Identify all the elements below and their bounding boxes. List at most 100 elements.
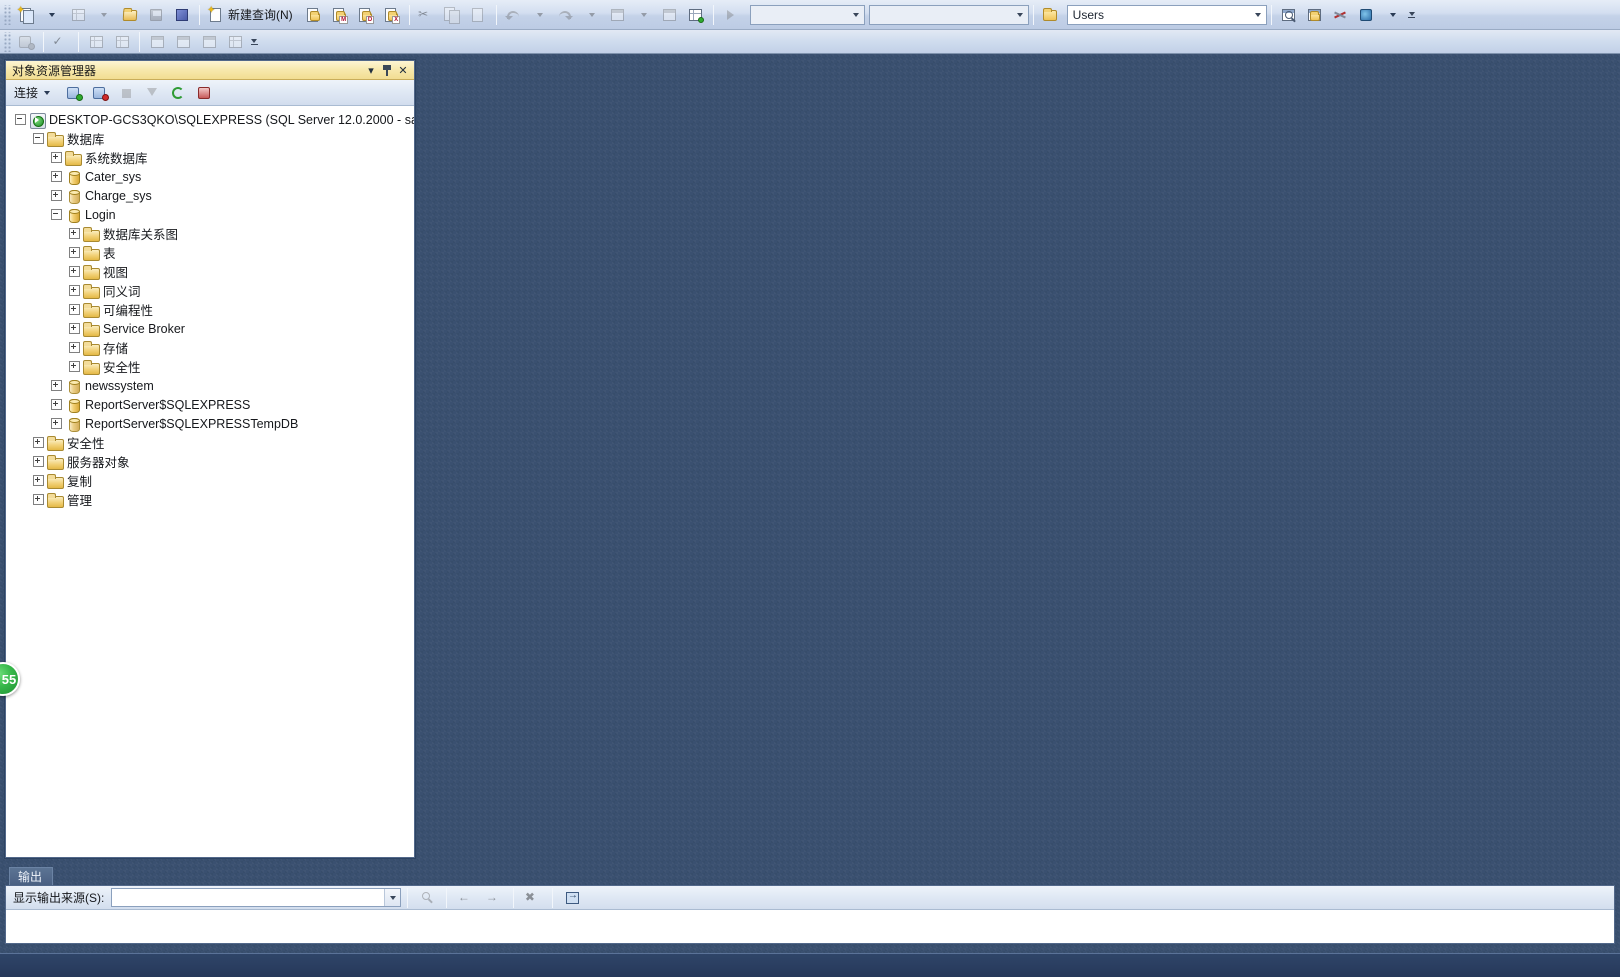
chevron-down-icon[interactable] — [1013, 6, 1028, 24]
output-text-area[interactable] — [6, 910, 1614, 943]
expand-toggle-icon[interactable] — [50, 189, 63, 202]
connect-dropdown-button[interactable]: 连接 — [11, 81, 60, 105]
object-explorer-button[interactable] — [1303, 3, 1327, 27]
open-file-button[interactable] — [118, 3, 142, 27]
tree-node[interactable]: 表 — [6, 243, 414, 262]
disconnect-button[interactable] — [88, 81, 112, 105]
tree-node[interactable]: ReportServer$SQLEXPRESS — [6, 395, 414, 414]
go-to-previous-button[interactable]: ← — [454, 886, 478, 910]
report-button[interactable] — [192, 81, 216, 105]
results-file-button[interactable] — [171, 30, 195, 54]
users-combo[interactable]: Users — [1066, 4, 1267, 25]
new-project-dropdown[interactable] — [40, 4, 64, 26]
include-actual-plan-button[interactable] — [223, 30, 247, 54]
tab-output[interactable]: 输出 — [9, 867, 54, 885]
navigate-backward-button[interactable] — [606, 3, 630, 27]
tree-node[interactable]: 复制 — [6, 471, 414, 490]
expand-toggle-icon[interactable] — [50, 170, 63, 183]
chevron-down-icon[interactable] — [1251, 6, 1266, 24]
new-item-button[interactable] — [66, 3, 90, 27]
filter-button[interactable] — [140, 81, 164, 105]
expand-toggle-icon[interactable] — [68, 246, 81, 259]
chevron-down-icon[interactable] — [849, 6, 864, 24]
toolbar-grip[interactable] — [3, 31, 11, 52]
new-analysis-services-dmx-query-button[interactable]: D — [354, 3, 378, 27]
tree-node[interactable]: Charge_sys — [6, 186, 414, 205]
query-plan-button[interactable] — [84, 30, 108, 54]
tree-node[interactable]: 可编程性 — [6, 300, 414, 319]
undo-dropdown[interactable] — [528, 4, 552, 26]
collapse-toggle-icon[interactable] — [14, 113, 27, 126]
tree-node[interactable]: 同义词 — [6, 281, 414, 300]
new-analysis-services-mdx-query-button[interactable]: M — [328, 3, 352, 27]
expand-toggle-icon[interactable] — [50, 379, 63, 392]
expand-toggle-icon[interactable] — [50, 417, 63, 430]
toolbar-overflow-button[interactable] — [248, 31, 260, 53]
expand-toggle-icon[interactable] — [68, 341, 81, 354]
expand-toggle-icon[interactable] — [68, 265, 81, 278]
navigate-forward-button[interactable] — [658, 3, 682, 27]
tree-node[interactable]: ReportServer$SQLEXPRESSTempDB — [6, 414, 414, 433]
output-source-combo[interactable] — [111, 888, 402, 907]
new-analysis-services-xmla-query-button[interactable]: X — [380, 3, 404, 27]
find-message-button[interactable] — [415, 886, 439, 910]
stop-button[interactable] — [114, 81, 138, 105]
panel-menu-button[interactable]: ▾ — [363, 62, 379, 78]
expand-toggle-icon[interactable] — [68, 227, 81, 240]
connect-object-explorer-button[interactable] — [62, 81, 86, 105]
expand-toggle-icon[interactable] — [68, 360, 81, 373]
collapse-toggle-icon[interactable] — [32, 132, 45, 145]
save-all-button[interactable] — [170, 3, 194, 27]
auto-hide-pin-button[interactable] — [379, 62, 395, 78]
expand-toggle-icon[interactable] — [68, 303, 81, 316]
tree-node[interactable]: 系统数据库 — [6, 148, 414, 167]
expand-toggle-icon[interactable] — [68, 322, 81, 335]
undo-button[interactable] — [502, 3, 526, 27]
object-explorer-tree[interactable]: DESKTOP-GCS3QKO\SQLEXPRESS (SQL Server 1… — [6, 106, 414, 857]
close-panel-button[interactable]: ✕ — [395, 62, 411, 78]
redo-dropdown[interactable] — [580, 4, 604, 26]
run-button[interactable] — [719, 3, 743, 27]
toolbar-grip[interactable] — [3, 4, 11, 25]
execute-button[interactable] — [684, 3, 708, 27]
clear-all-button[interactable]: ✖ — [521, 886, 545, 910]
tree-node[interactable]: DESKTOP-GCS3QKO\SQLEXPRESS (SQL Server 1… — [6, 110, 414, 129]
user-scope-button[interactable] — [1039, 3, 1063, 27]
expand-toggle-icon[interactable] — [32, 474, 45, 487]
copy-button[interactable] — [441, 3, 465, 27]
collapse-toggle-icon[interactable] — [50, 208, 63, 221]
expand-toggle-icon[interactable] — [50, 151, 63, 164]
new-project-button[interactable]: ✦ — [14, 3, 38, 27]
results-text-button[interactable] — [145, 30, 169, 54]
paste-button[interactable] — [467, 3, 491, 27]
expand-toggle-icon[interactable] — [68, 284, 81, 297]
toolbar-overflow-button[interactable] — [1406, 4, 1418, 26]
sql-editor-connect-button[interactable] — [14, 30, 38, 54]
redo-button[interactable] — [554, 3, 578, 27]
expand-toggle-icon[interactable] — [32, 436, 45, 449]
tree-node[interactable]: 数据库关系图 — [6, 224, 414, 243]
save-button[interactable] — [144, 3, 168, 27]
tree-node[interactable]: Login — [6, 205, 414, 224]
tree-node[interactable]: 数据库 — [6, 129, 414, 148]
toolbar-options-button[interactable] — [1381, 4, 1405, 26]
tree-node[interactable]: newssystem — [6, 376, 414, 395]
toggle-word-wrap-button[interactable] — [560, 886, 584, 910]
tree-node[interactable]: Service Broker — [6, 319, 414, 338]
secondary-combo[interactable] — [868, 4, 1029, 25]
find-combo[interactable] — [749, 4, 865, 25]
web-browser-button[interactable] — [1355, 3, 1379, 27]
tree-node[interactable]: 视图 — [6, 262, 414, 281]
tree-node[interactable]: 管理 — [6, 490, 414, 509]
refresh-button[interactable] — [166, 81, 190, 105]
options-button[interactable] — [1329, 3, 1353, 27]
tree-node[interactable]: Cater_sys — [6, 167, 414, 186]
results-pane-button[interactable] — [197, 30, 221, 54]
navigate-backward-dropdown[interactable] — [632, 4, 656, 26]
chevron-down-icon[interactable] — [384, 889, 401, 906]
expand-toggle-icon[interactable] — [32, 455, 45, 468]
expand-toggle-icon[interactable] — [32, 493, 45, 506]
tree-node[interactable]: 存储 — [6, 338, 414, 357]
go-to-next-button[interactable]: → — [482, 886, 506, 910]
cut-button[interactable]: ✂ — [415, 3, 439, 27]
